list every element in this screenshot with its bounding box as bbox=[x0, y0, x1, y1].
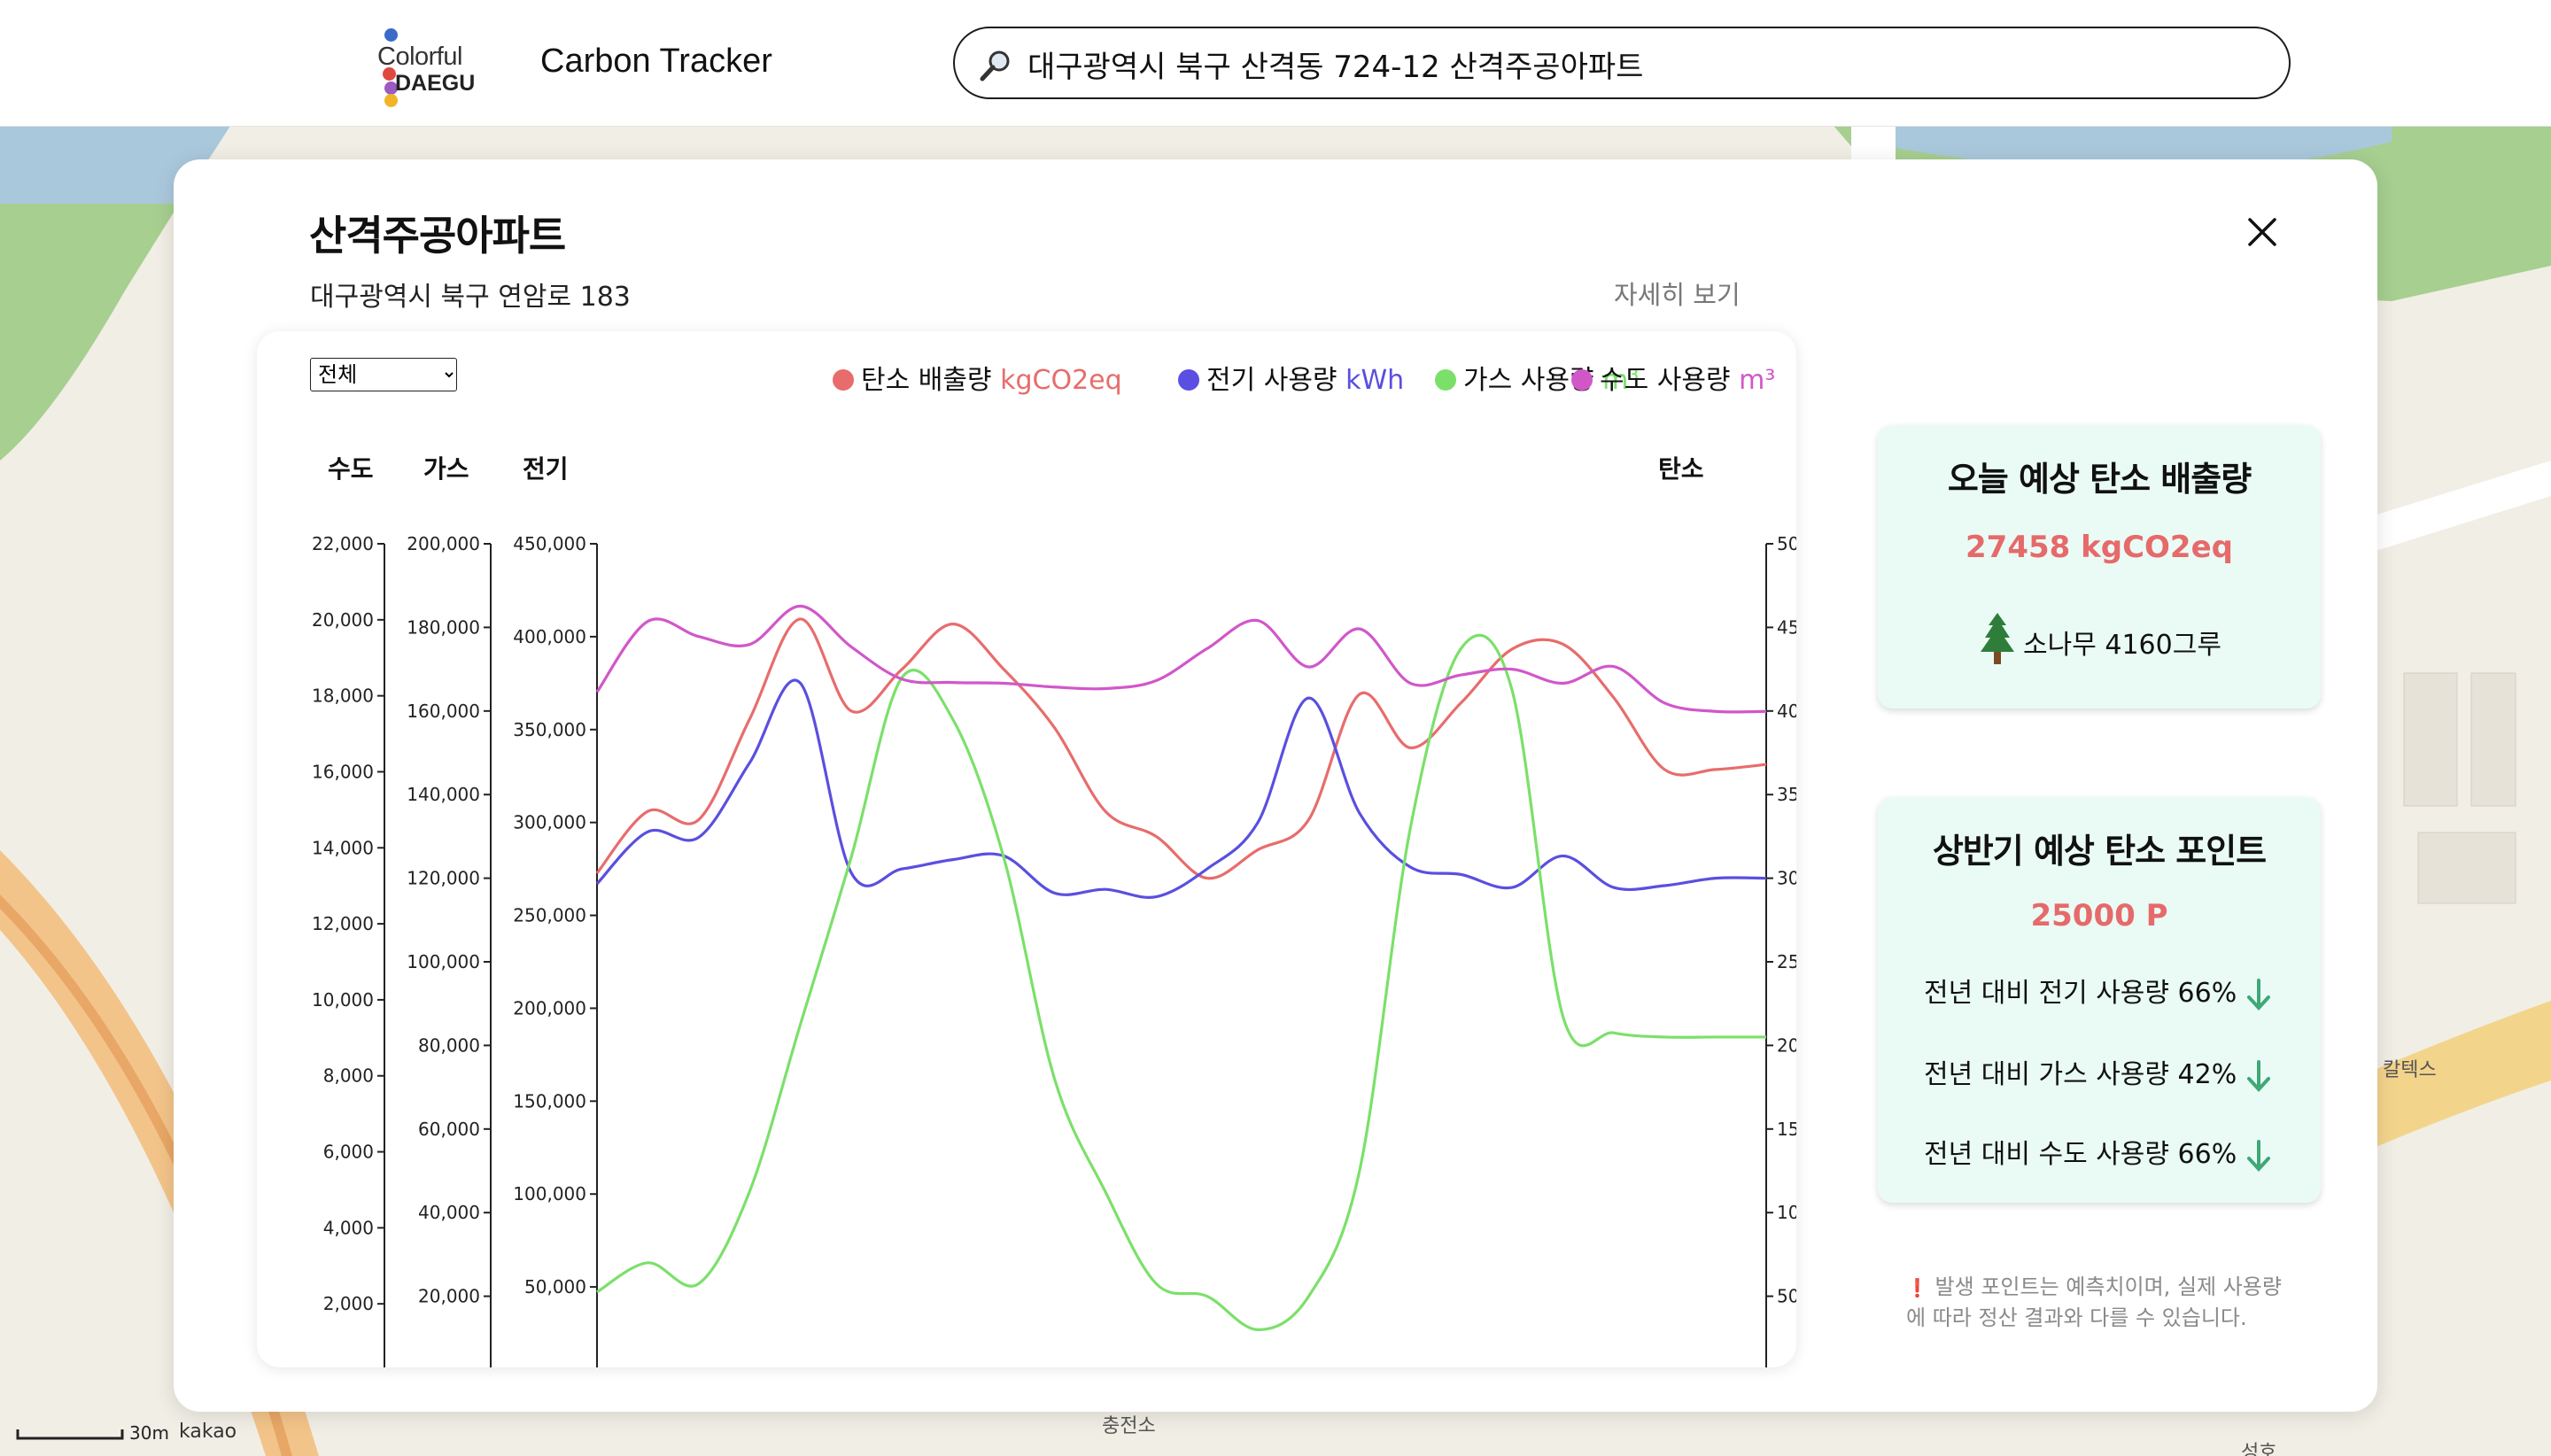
map-scale: 30m kakao bbox=[16, 1421, 236, 1447]
y-tick-label-gas: 80,000 bbox=[418, 1034, 480, 1056]
y-tick-label-water: 8,000 bbox=[323, 1065, 374, 1087]
y-tick-label-water: 6,000 bbox=[323, 1142, 374, 1163]
search-icon[interactable] bbox=[978, 48, 1013, 83]
today-forecast-title: 오늘 예상 탄소 배출량 bbox=[1947, 460, 2252, 499]
y-tick-label-carbon: 200,000 bbox=[1777, 1034, 1796, 1056]
building-modal: 산격주공아파트 대구광역시 북구 연암로 183 자세히 보기 전체 탄소 배출… bbox=[174, 159, 2377, 1412]
tree-count: 소나무 4160그루 bbox=[2023, 630, 2221, 661]
map-attribution: kakao bbox=[179, 1421, 237, 1443]
y-tick-label-water: 16,000 bbox=[312, 761, 374, 782]
y-tick-label-gas: 200,000 bbox=[407, 533, 480, 554]
y-tick-label-gas: 60,000 bbox=[418, 1119, 480, 1140]
building-title: 산격주공아파트 bbox=[309, 212, 566, 259]
compare-label: 전년 대비 수도 사용량 66% bbox=[1924, 1139, 2237, 1170]
y-tick-label-elec: 50,000 bbox=[524, 1276, 586, 1297]
y-tick-label-carbon: 500,000 bbox=[1777, 533, 1796, 554]
map-label: 칼텍스 bbox=[2383, 1059, 2437, 1081]
arrow-down-icon bbox=[2246, 979, 2270, 1011]
y-tick-label-elec: 150,000 bbox=[513, 1090, 586, 1111]
y-tick-label-water: 14,000 bbox=[312, 837, 374, 858]
y-tick-label-elec: 300,000 bbox=[513, 812, 586, 833]
top-header: Colorful DAEGU Carbon Tracker bbox=[0, 0, 2551, 127]
water-compare: 전년 대비 수도 사용량 66% bbox=[1924, 1132, 2272, 1173]
compare-label: 전년 대비 전기 사용량 66% bbox=[1924, 978, 2237, 1009]
y-tick-label-carbon: 350,000 bbox=[1777, 784, 1796, 805]
y-tick-label-water: 18,000 bbox=[312, 685, 374, 707]
y-tick-label-elec: 100,000 bbox=[513, 1183, 586, 1204]
search-input[interactable] bbox=[1026, 41, 2252, 87]
y-tick-label-elec: 450,000 bbox=[513, 533, 586, 554]
tree-equivalent: 소나무 4160그루 bbox=[1878, 611, 2321, 666]
today-forecast-panel: 오늘 예상 탄소 배출량 27458 kgCO2eq 소나무 4160그루 bbox=[1878, 425, 2321, 709]
logo-word-daegu: DAEGU bbox=[395, 71, 476, 96]
y-tick-label-carbon: 50,000 bbox=[1777, 1286, 1796, 1307]
details-link[interactable]: 자세히 보기 bbox=[1614, 275, 1741, 312]
search-bar[interactable] bbox=[953, 27, 2291, 99]
y-tick-label-carbon: 100,000 bbox=[1777, 1202, 1796, 1223]
series-line bbox=[595, 604, 1767, 714]
building-address: 대구광역시 북구 연암로 183 bbox=[310, 282, 631, 313]
y-tick-label-elec: 250,000 bbox=[513, 905, 586, 926]
y-tick-label-carbon: 150,000 bbox=[1777, 1119, 1796, 1140]
y-tick-label-gas: 140,000 bbox=[407, 784, 480, 805]
map-label: 충전소 bbox=[1102, 1415, 1156, 1437]
y-tick-label-water: 10,000 bbox=[312, 989, 374, 1011]
tree-icon bbox=[1981, 613, 2015, 664]
series-line bbox=[596, 633, 1766, 1331]
y-tick-label-gas: 40,000 bbox=[418, 1202, 480, 1223]
usage-line-chart[interactable]: 02,0004,0006,0008,00010,00012,00014,0001… bbox=[257, 331, 1796, 1367]
gas-compare: 전년 대비 가스 사용량 42% bbox=[1924, 1052, 2272, 1094]
note-text: 발생 포인트는 예측치이며, 실제 사용량에 따라 정산 결과와 다를 수 있습… bbox=[1906, 1274, 2282, 1330]
series-line bbox=[595, 678, 1767, 899]
today-forecast-value: 27458 kgCO2eq bbox=[1966, 530, 2233, 565]
logo-dot bbox=[384, 28, 398, 42]
y-tick-label-gas: 20,000 bbox=[418, 1286, 480, 1307]
y-tick-label-gas: 100,000 bbox=[407, 951, 480, 972]
warning-icon: ❗ bbox=[1906, 1277, 1928, 1298]
logo[interactable]: Colorful DAEGU bbox=[360, 27, 501, 107]
scale-bar bbox=[16, 1429, 124, 1440]
y-tick-label-elec: 350,000 bbox=[513, 719, 586, 740]
y-tick-label-water: 2,000 bbox=[323, 1293, 374, 1314]
y-tick-label-water: 22,000 bbox=[312, 533, 374, 554]
half-year-points: 25000 P bbox=[2030, 898, 2168, 933]
forecast-note: ❗ 발생 포인트는 예측치이며, 실제 사용량에 따라 정산 결과와 다를 수 … bbox=[1906, 1272, 2296, 1333]
usage-chart-card: 전체 탄소 배출량 kgCO2eq 전기 사용량 kWh 가스 사용량 m³ 수… bbox=[257, 331, 1796, 1367]
y-tick-label-water: 12,000 bbox=[312, 913, 374, 934]
arrow-down-icon bbox=[2246, 1060, 2270, 1092]
y-tick-label-gas: 180,000 bbox=[407, 616, 480, 638]
y-tick-label-elec: 200,000 bbox=[513, 997, 586, 1018]
y-tick-label-carbon: 400,000 bbox=[1777, 701, 1796, 722]
half-year-title: 상반기 예상 탄소 포인트 bbox=[1932, 832, 2267, 871]
close-icon[interactable] bbox=[2245, 214, 2280, 250]
scale-label: 30m bbox=[129, 1422, 169, 1444]
logo-word-colorful: Colorful bbox=[377, 43, 462, 71]
series-line bbox=[595, 617, 1767, 880]
app-title: Carbon Tracker bbox=[540, 43, 772, 80]
y-tick-label-water: 20,000 bbox=[312, 609, 374, 631]
arrow-down-icon bbox=[2246, 1140, 2270, 1172]
y-tick-label-carbon: 450,000 bbox=[1777, 616, 1796, 638]
half-year-forecast-panel: 상반기 예상 탄소 포인트 25000 P 전년 대비 전기 사용량 66% 전… bbox=[1878, 797, 2321, 1203]
y-tick-label-elec: 400,000 bbox=[513, 626, 586, 647]
y-tick-label-gas: 160,000 bbox=[407, 701, 480, 722]
y-tick-label-water: 4,000 bbox=[323, 1217, 374, 1238]
electricity-compare: 전년 대비 전기 사용량 66% bbox=[1924, 971, 2272, 1012]
compare-label: 전년 대비 가스 사용량 42% bbox=[1924, 1059, 2237, 1090]
y-tick-label-gas: 120,000 bbox=[407, 868, 480, 889]
y-tick-label-carbon: 250,000 bbox=[1777, 951, 1796, 972]
map-label: 성호 bbox=[2241, 1442, 2277, 1456]
y-tick-label-carbon: 300,000 bbox=[1777, 868, 1796, 889]
